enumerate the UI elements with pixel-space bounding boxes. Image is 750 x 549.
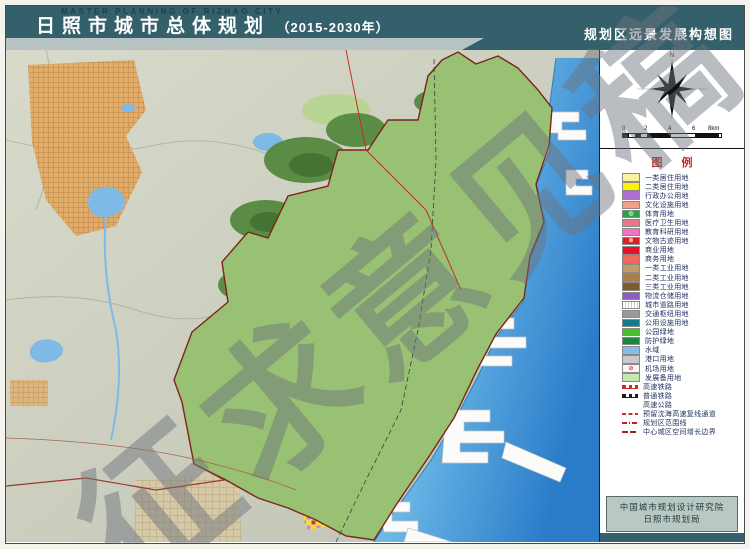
map-area [6, 50, 600, 542]
subtitle-band [6, 38, 484, 50]
panel-footer-band [600, 533, 744, 542]
legend-item: ⊗ 文物古迹用地 [622, 237, 744, 246]
legend-swatch-icon [622, 219, 640, 228]
legend-swatch-icon [622, 228, 640, 237]
legend-title: 图 例 [600, 154, 744, 170]
legend-swatch-icon [622, 403, 638, 407]
legend-swatch-icon [622, 282, 640, 291]
legend-item: 普通铁路 [622, 391, 744, 400]
legend-swatch-icon [622, 337, 640, 346]
north-label: N [670, 53, 674, 59]
legend-swatch-icon [622, 273, 640, 282]
legend-swatch-icon [622, 328, 640, 337]
legend-swatch-icon [622, 346, 640, 355]
credit-bureau: 日照市规划局 [607, 513, 737, 526]
sheet-name: 规划区远景发展构想图 [584, 24, 734, 43]
legend-swatch-icon [622, 182, 640, 191]
scale-tick: 2 [644, 126, 647, 132]
legend-item: 发展备用地 [622, 373, 744, 382]
legend-swatch-icon: ◍ [622, 210, 640, 219]
credit-institute: 中国城市规划设计研究院 [607, 501, 737, 514]
content-row: N 0 [6, 50, 744, 542]
scale-tick: 0 [622, 126, 625, 132]
legend-item: 防护绿地 [622, 337, 744, 346]
legend-swatch-icon [622, 355, 640, 364]
title-year: （2015-2030年） [276, 20, 389, 35]
legend-swatch-icon [622, 292, 640, 301]
legend-swatch-icon: ⊘ [622, 364, 640, 373]
legend-swatch-icon [622, 373, 640, 382]
legend-swatch-icon [622, 246, 640, 255]
legend-item: ⊘ 机场用地 [622, 364, 744, 373]
compass: N [633, 56, 711, 122]
legend-item: 高速铁路 [622, 382, 744, 391]
legend-swatch-icon: ⊗ [622, 237, 640, 246]
legend-swatch-icon [622, 310, 640, 319]
legend-swatch-icon [622, 255, 640, 264]
legend-item: 文化设施用地 [622, 200, 744, 209]
scale-tick: 4 [668, 126, 671, 132]
legend-swatch-icon [622, 421, 638, 425]
legend-swatch-icon [622, 319, 640, 328]
scale-tick: 8km [708, 126, 719, 132]
legend-item: 水域 [622, 346, 744, 355]
title-bar: 日照市城市总体规划 （2015-2030年） MASTER PLANNING O… [6, 6, 744, 50]
legend-item: 港口用地 [622, 355, 744, 364]
legend-swatch-icon [622, 412, 638, 416]
map-canvas [6, 50, 599, 542]
legend-item: 商业用地 [622, 246, 744, 255]
legend-swatch-icon [622, 191, 640, 200]
legend-item: 中心城区空间增长边界 [622, 428, 744, 437]
legend-swatch-icon [622, 173, 640, 182]
sheet-frame: 日照市城市总体规划 （2015-2030年） MASTER PLANNING O… [5, 5, 745, 544]
legend-panel: N 0 [600, 50, 744, 542]
legend-swatch-icon [622, 201, 640, 210]
legend-item: 公用设施用地 [622, 319, 744, 328]
legend-swatch-icon [622, 264, 640, 273]
scale-bar-graphic [622, 133, 722, 138]
scale-tick: 6 [692, 126, 695, 132]
legend-item-label: 中心城区空间增长边界 [643, 427, 716, 437]
legend-swatch-icon [622, 430, 638, 434]
scale-tick-labels: 0 2 4 6 8km [622, 126, 722, 133]
credits-box: 中国城市规划设计研究院 日照市规划局 [606, 496, 738, 533]
legend-list: 一类居住用地 二类居住用地 行政办公用地 文化设施用地 [600, 173, 744, 437]
legend-divider [600, 148, 744, 149]
scale-bar: 0 2 4 6 8km [622, 126, 722, 140]
subtitle-english: MASTER PLANNING OF RIZHAO CITY [61, 7, 283, 16]
legend-swatch-icon [622, 394, 638, 398]
title-chinese: 日照市城市总体规划 [36, 16, 270, 37]
legend-item: 公园绿地 [622, 328, 744, 337]
legend-swatch-icon [622, 301, 640, 310]
planning-map-sheet: 日照市城市总体规划 （2015-2030年） MASTER PLANNING O… [0, 0, 750, 549]
compass-rose-icon [633, 56, 711, 122]
legend-swatch-icon [622, 385, 638, 389]
